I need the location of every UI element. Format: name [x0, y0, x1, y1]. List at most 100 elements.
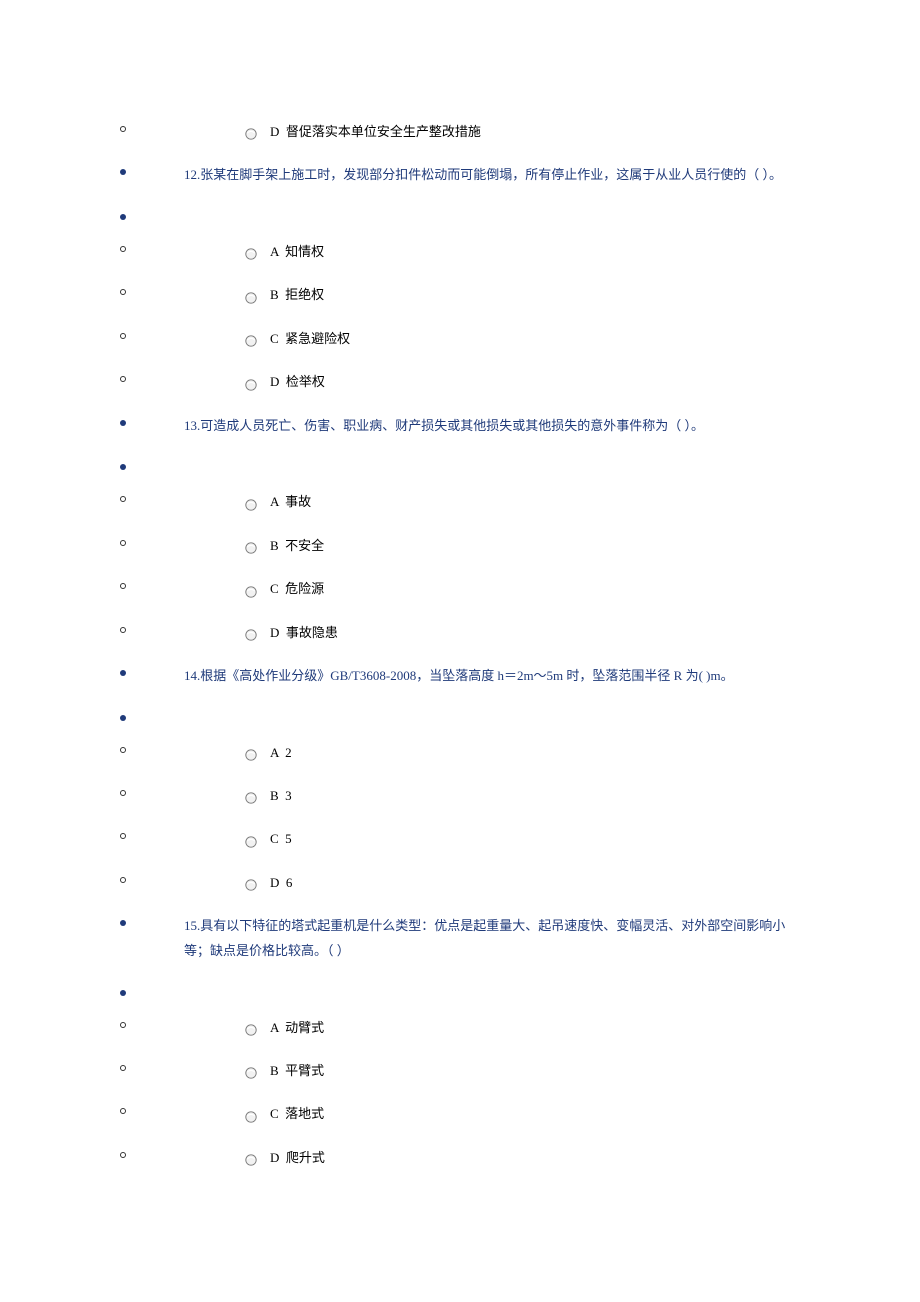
option-row: C 5	[120, 827, 800, 850]
list-bullet-circle	[120, 496, 126, 502]
option-text: A 动臂式	[270, 1016, 324, 1039]
option-row: C 危险源	[120, 577, 800, 600]
radio-icon	[244, 878, 258, 892]
option-text: D 6	[270, 871, 292, 894]
option-row: B 拒绝权	[120, 283, 800, 306]
question-text: 14.根据《高处作业分级》GB/T3608-2008，当坠落高度 h＝2m～5m…	[184, 664, 800, 689]
list-bullet-circle	[120, 126, 126, 132]
option-row: D 督促落实本单位安全生产整改措施	[120, 120, 800, 143]
option-block[interactable]: C 危险源	[244, 577, 324, 600]
question-blank-row	[120, 709, 800, 721]
option-block[interactable]: D 爬升式	[244, 1146, 325, 1169]
option-row: B 平臂式	[120, 1059, 800, 1082]
option-text: A 知情权	[270, 240, 324, 263]
radio-icon	[244, 378, 258, 392]
question-row: 14.根据《高处作业分级》GB/T3608-2008，当坠落高度 h＝2m～5m…	[120, 664, 800, 689]
option-text: C 落地式	[270, 1102, 324, 1125]
option-text: B 3	[270, 784, 292, 807]
option-block[interactable]: A 知情权	[244, 240, 324, 263]
option-text: D 事故隐患	[270, 621, 338, 644]
radio-icon	[244, 291, 258, 305]
option-text: B 拒绝权	[270, 283, 324, 306]
option-row: D 6	[120, 871, 800, 894]
radio-icon	[244, 1153, 258, 1167]
radio-icon	[244, 628, 258, 642]
radio-icon	[244, 748, 258, 762]
option-row: C 紧急避险权	[120, 327, 800, 350]
radio-icon	[244, 791, 258, 805]
option-block[interactable]: B 不安全	[244, 534, 324, 557]
option-row: D 检举权	[120, 370, 800, 393]
option-block[interactable]: C 5	[244, 827, 292, 850]
list-bullet-disc	[120, 920, 126, 926]
list-bullet-circle	[120, 1108, 126, 1114]
list-bullet-circle	[120, 289, 126, 295]
question-text: 12.张某在脚手架上施工时，发现部分扣件松动而可能倒塌，所有停止作业，这属于从业…	[184, 163, 800, 188]
list-bullet-circle	[120, 333, 126, 339]
option-row: A 2	[120, 741, 800, 764]
list-bullet-circle	[120, 1022, 126, 1028]
list-bullet-disc	[120, 715, 126, 721]
list-bullet-disc	[120, 214, 126, 220]
question-text: 15.具有以下特征的塔式起重机是什么类型：优点是起重量大、起吊速度快、变幅灵活、…	[184, 914, 800, 963]
list-bullet-circle	[120, 376, 126, 382]
option-block[interactable]: C 落地式	[244, 1102, 324, 1125]
option-block[interactable]: B 拒绝权	[244, 283, 324, 306]
list-bullet-circle	[120, 583, 126, 589]
question-text: 13.可造成人员死亡、伤害、职业病、财产损失或其他损失或其他损失的意外事件称为（…	[184, 414, 800, 439]
option-text: D 爬升式	[270, 1146, 325, 1169]
list-bullet-circle	[120, 540, 126, 546]
list-bullet-circle	[120, 747, 126, 753]
option-row: D 爬升式	[120, 1146, 800, 1169]
option-block[interactable]: D 检举权	[244, 370, 325, 393]
radio-icon	[244, 127, 258, 141]
option-block[interactable]: D 督促落实本单位安全生产整改措施	[244, 120, 481, 143]
radio-icon	[244, 334, 258, 348]
option-text: D 督促落实本单位安全生产整改措施	[270, 120, 481, 143]
radio-icon	[244, 1066, 258, 1080]
option-row: A 动臂式	[120, 1016, 800, 1039]
question-blank-row	[120, 208, 800, 220]
list-bullet-circle	[120, 246, 126, 252]
option-text: A 事故	[270, 490, 311, 513]
question-blank-row	[120, 458, 800, 470]
radio-icon	[244, 541, 258, 555]
question-blank-row	[120, 984, 800, 996]
option-block[interactable]: A 动臂式	[244, 1016, 324, 1039]
question-row: 12.张某在脚手架上施工时，发现部分扣件松动而可能倒塌，所有停止作业，这属于从业…	[120, 163, 800, 188]
radio-icon	[244, 1110, 258, 1124]
radio-icon	[244, 498, 258, 512]
question-row: 13.可造成人员死亡、伤害、职业病、财产损失或其他损失或其他损失的意外事件称为（…	[120, 414, 800, 439]
radio-icon	[244, 585, 258, 599]
list-bullet-circle	[120, 833, 126, 839]
option-block[interactable]: D 6	[244, 871, 292, 894]
option-text: C 紧急避险权	[270, 327, 350, 350]
option-row: D 事故隐患	[120, 621, 800, 644]
option-row: B 3	[120, 784, 800, 807]
option-row: C 落地式	[120, 1102, 800, 1125]
option-block[interactable]: C 紧急避险权	[244, 327, 350, 350]
radio-icon	[244, 835, 258, 849]
list-bullet-disc	[120, 420, 126, 426]
option-text: D 检举权	[270, 370, 325, 393]
option-row: B 不安全	[120, 534, 800, 557]
radio-icon	[244, 247, 258, 261]
option-block[interactable]: A 2	[244, 741, 292, 764]
quiz-page: D 督促落实本单位安全生产整改措施 12.张某在脚手架上施工时，发现部分扣件松动…	[0, 0, 920, 1289]
option-block[interactable]: D 事故隐患	[244, 621, 338, 644]
option-row: A 知情权	[120, 240, 800, 263]
option-text: C 5	[270, 827, 292, 850]
list-bullet-disc	[120, 169, 126, 175]
list-bullet-disc	[120, 990, 126, 996]
question-row: 15.具有以下特征的塔式起重机是什么类型：优点是起重量大、起吊速度快、变幅灵活、…	[120, 914, 800, 963]
list-bullet-circle	[120, 1152, 126, 1158]
option-block[interactable]: A 事故	[244, 490, 311, 513]
option-text: B 不安全	[270, 534, 324, 557]
option-block[interactable]: B 3	[244, 784, 292, 807]
list-bullet-circle	[120, 1065, 126, 1071]
option-text: C 危险源	[270, 577, 324, 600]
list-bullet-circle	[120, 790, 126, 796]
option-row: A 事故	[120, 490, 800, 513]
option-block[interactable]: B 平臂式	[244, 1059, 324, 1082]
list-bullet-circle	[120, 877, 126, 883]
